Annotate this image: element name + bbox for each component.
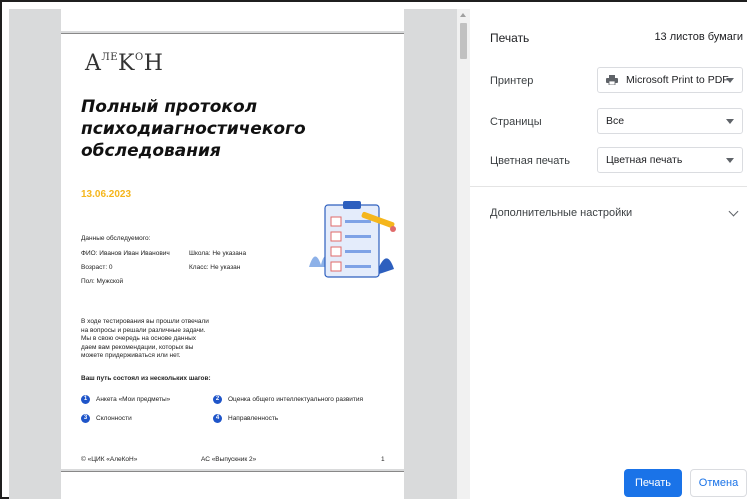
previous-page-edge	[61, 9, 404, 31]
step-item: 4 Направленность	[213, 414, 278, 423]
dropdown-arrow-icon	[726, 158, 734, 163]
step-label: Склонности	[96, 415, 132, 422]
panel-title: Печать	[490, 31, 530, 45]
logo: AЛЕKОH	[85, 51, 164, 76]
pages-select[interactable]: Все	[597, 108, 743, 134]
step-label: Анкета «Мои предметы»	[96, 396, 171, 403]
step-label: Направленность	[228, 415, 279, 422]
checklist-illustration	[309, 201, 396, 278]
divider	[470, 186, 747, 187]
scrollbar-thumb[interactable]	[460, 23, 467, 59]
step-item: 2 Оценка общего интеллектуального развит…	[213, 395, 363, 404]
dropdown-arrow-icon	[726, 119, 734, 124]
pages-label: Страницы	[490, 116, 542, 128]
color-value: Цветная печать	[606, 154, 683, 166]
step-label: Оценка общего интеллектуального развития	[228, 396, 364, 403]
printer-label: Принтер	[490, 75, 534, 87]
chevron-down-icon[interactable]	[728, 206, 739, 217]
step-item: 3 Склонности	[81, 414, 132, 423]
step-number: 4	[213, 414, 222, 423]
print-button[interactable]: Печать	[624, 469, 682, 497]
color-select[interactable]: Цветная печать	[597, 147, 743, 173]
color-label: Цветная печать	[490, 155, 570, 167]
print-settings-panel: Печать 13 листов бумаги Принтер Microsof…	[470, 9, 747, 499]
sheet-count: 13 листов бумаги	[654, 31, 743, 43]
dropdown-arrow-icon	[726, 78, 734, 83]
cancel-button[interactable]: Отмена	[690, 469, 747, 497]
preview-page: AЛЕKОH Полный протокол психодиагностичек…	[61, 33, 404, 469]
subject-fio: ФИО: Иванов Иван Иванович	[81, 250, 170, 257]
footer-product: АС «Выпускник 2»	[201, 456, 257, 463]
step-number: 1	[81, 395, 90, 404]
subject-school: Школа: Не указана	[189, 250, 247, 257]
step-number: 2	[213, 395, 222, 404]
pages-value: Все	[606, 115, 625, 127]
printer-value: Microsoft Print to PDF	[626, 74, 729, 86]
scroll-up-arrow-icon[interactable]	[460, 13, 466, 17]
printer-icon	[606, 75, 618, 85]
step-item: 1 Анкета «Мои предметы»	[81, 395, 170, 404]
footer-page-number: 1	[381, 456, 385, 463]
step-number: 3	[81, 414, 90, 423]
document-date: 13.06.2023	[81, 189, 132, 200]
subject-class: Класс: Не указан	[189, 264, 241, 271]
next-page-edge	[61, 471, 404, 499]
subject-age: Возраст: 0	[81, 264, 113, 271]
printer-select[interactable]: Microsoft Print to PDF	[597, 67, 743, 93]
print-preview[interactable]: AЛЕKОH Полный протокол психодиагностичек…	[9, 9, 457, 499]
more-settings-toggle[interactable]: Дополнительные настройки	[490, 207, 632, 219]
preview-scrollbar[interactable]	[457, 9, 470, 499]
subject-header: Данные обследуемого:	[81, 235, 151, 242]
steps-header: Ваш путь состоял из нескольких шагов:	[81, 375, 211, 382]
intro-text: В ходе тестирования вы прошли отвечали н…	[81, 318, 209, 359]
subject-gender: Пол: Мужской	[81, 278, 124, 285]
footer-copyright: © «ЦИК «АлеКоН»	[81, 456, 138, 463]
document-title: Полный протокол психодиагностичекого обс…	[81, 97, 306, 161]
